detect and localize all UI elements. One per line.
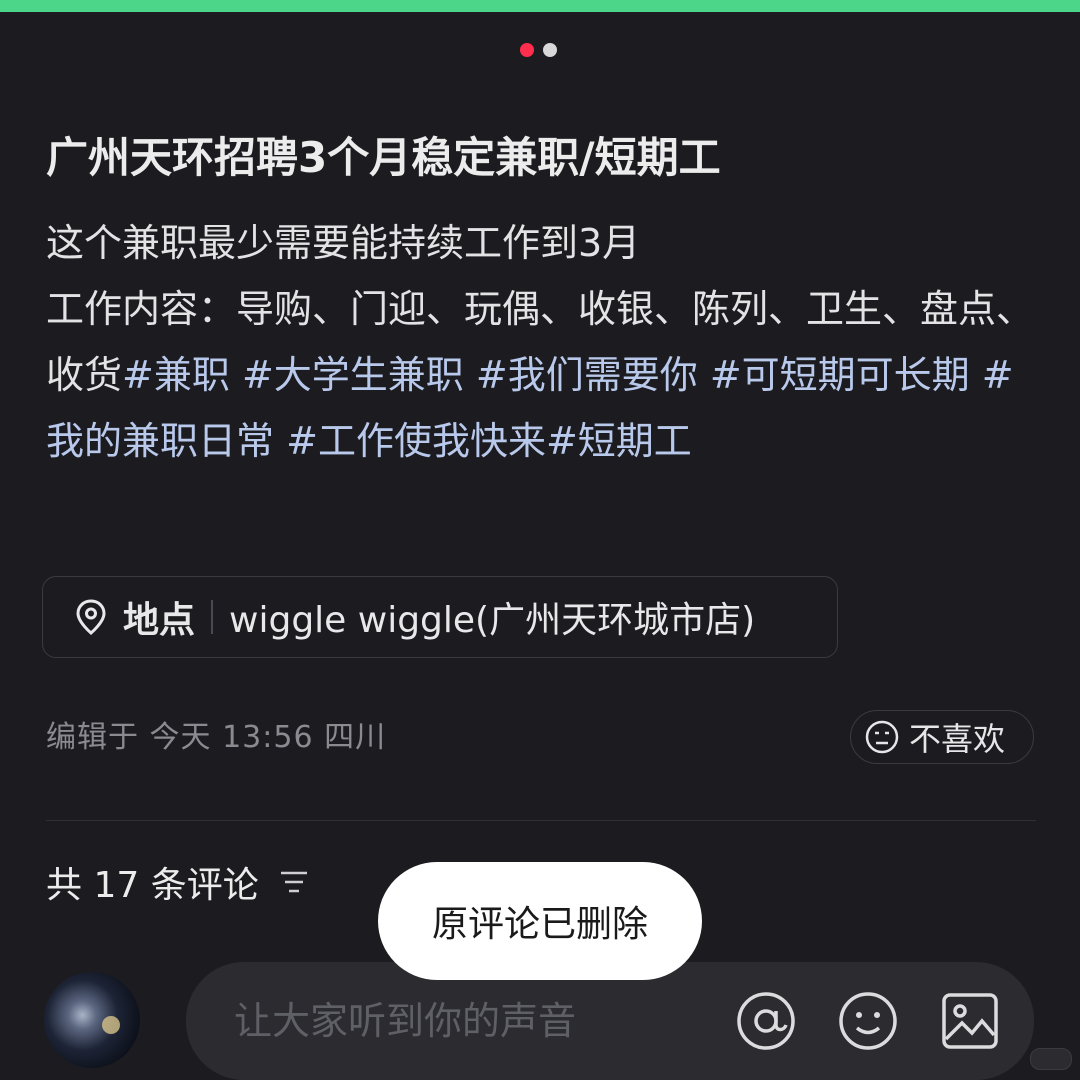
hashtag[interactable]: #短期工 [546, 419, 692, 463]
comments-header: 共 17 条评论 [46, 856, 313, 908]
toast-message: 原评论已删除 [431, 904, 648, 945]
carousel-dot-inactive[interactable] [543, 43, 557, 57]
avatar[interactable] [44, 972, 140, 1068]
section-divider [46, 820, 1036, 821]
location-value: wiggle wiggle(广州天环城市店) [229, 600, 756, 641]
location-pin-icon [76, 599, 106, 635]
frown-face-icon [865, 720, 899, 754]
smile-face-icon[interactable] [836, 989, 900, 1053]
hashtag[interactable]: #兼职 [122, 353, 230, 397]
hashtag[interactable]: #可短期可长期 [710, 353, 970, 397]
hashtag[interactable]: #大学生兼职 [242, 353, 464, 397]
hashtag[interactable]: #工作使我快来 [286, 419, 546, 463]
post-body-line1: 这个兼职最少需要能持续工作到3月 [46, 221, 641, 265]
carousel-indicator [520, 43, 557, 57]
dislike-button[interactable]: 不喜欢 [850, 710, 1034, 764]
post-body: 这个兼职最少需要能持续工作到3月 工作内容：导购、门迎、玩偶、收银、陈列、卫生、… [46, 210, 1036, 474]
comment-input[interactable] [232, 998, 706, 1044]
top-accent-bar [0, 0, 1080, 12]
edit-info: 编辑于 今天 13:56 四川 [46, 720, 387, 755]
comments-count: 共 17 条评论 [46, 865, 259, 906]
location-separator [211, 600, 214, 634]
image-icon[interactable] [938, 989, 1002, 1053]
at-sign-icon[interactable] [734, 989, 798, 1053]
carousel-dot-active[interactable] [520, 43, 534, 57]
dislike-label: 不喜欢 [909, 720, 1006, 758]
filter-icon[interactable] [275, 863, 313, 901]
post-title: 广州天环招聘3个月稳定兼职/短期工 [46, 133, 721, 182]
toast-notification: 原评论已删除 [378, 862, 702, 980]
location-label: 地点 [123, 600, 196, 641]
watermark-logo [1030, 1048, 1072, 1070]
location-card[interactable]: 地点 wiggle wiggle(广州天环城市店) [42, 576, 838, 658]
hashtag[interactable]: #我们需要你 [476, 353, 698, 397]
